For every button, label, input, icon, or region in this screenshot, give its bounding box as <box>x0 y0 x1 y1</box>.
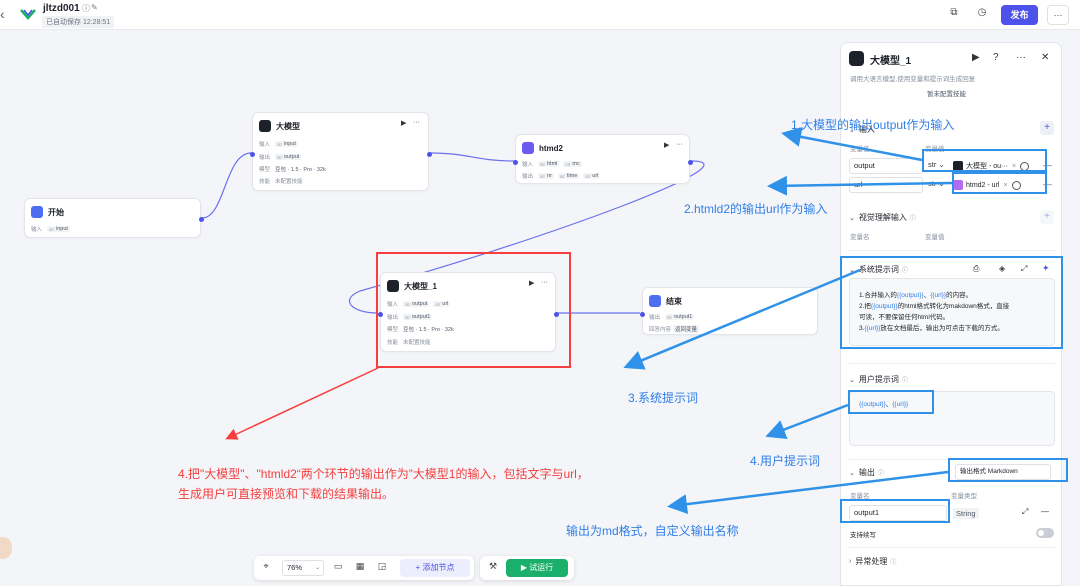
layout-icon[interactable]: ▦ <box>354 561 366 573</box>
comment-icon[interactable]: ▭ <box>332 561 344 573</box>
annotation-red-line-1: 4.把"大模型"、"htmld2“两个环节的输出作为”大模型1的输入，包括文字与… <box>178 467 589 481</box>
chevron-down-icon: ⌄ <box>314 565 320 571</box>
annotation-5: 输出为md格式，自定义输出名称 <box>566 524 739 538</box>
canvas-toolbar: ⌖ 76% ⌄ ▭ ▦ ◲ + 添加节点 <box>254 556 474 580</box>
annotation-4: 4.用户提示词 <box>750 454 821 468</box>
run-label: 试运行 <box>529 563 554 572</box>
zoom-value: 76% <box>287 563 303 572</box>
annotation-red-line-2: 生成用户可直接预览和下载的结果输出。 <box>178 487 395 501</box>
annotation-red: 4.把"大模型"、"htmld2“两个环节的输出作为”大模型1的输入，包括文字与… <box>178 464 738 504</box>
annotation-3: 3.系统提示词 <box>628 391 699 405</box>
add-node-label: 添加节点 <box>422 563 455 572</box>
add-node-button[interactable]: + 添加节点 <box>400 559 470 577</box>
minimap-icon[interactable]: ◲ <box>376 561 388 573</box>
annotation-1: 1.大模型的输出output作为输入 <box>791 118 955 132</box>
zoom-select[interactable]: 76% ⌄ <box>282 560 324 576</box>
run-group: ⚒ ▶ 试运行 <box>480 556 574 580</box>
test-run-button[interactable]: ▶ 试运行 <box>506 559 568 577</box>
debug-icon[interactable]: ⚒ <box>487 561 499 573</box>
mouse-mode-icon[interactable]: ⌖ <box>260 561 272 573</box>
annotation-2: 2.htmld2的输出url作为输入 <box>684 202 828 216</box>
